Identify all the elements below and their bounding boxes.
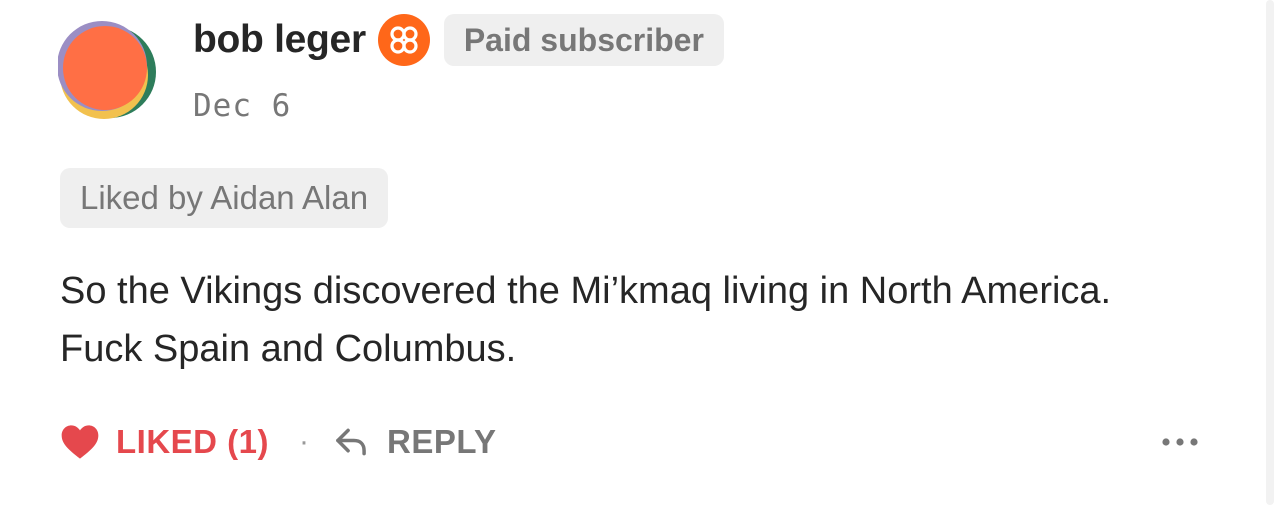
- reply-label: REPLY: [387, 423, 497, 460]
- author-name[interactable]: bob leger: [193, 18, 366, 62]
- comment: bob leger Paid subscriber Dec 6 Liked by…: [0, 0, 1284, 510]
- like-button[interactable]: LIKED (1): [60, 422, 269, 462]
- heart-icon: [60, 422, 100, 462]
- comment-date[interactable]: Dec 6: [193, 88, 291, 124]
- action-separator: ·: [299, 425, 309, 458]
- avatar-icon: [57, 21, 156, 119]
- scrollbar[interactable]: [1266, 0, 1274, 505]
- more-options-icon: [1162, 438, 1198, 446]
- paid-subscriber-badge: Paid subscriber: [443, 14, 724, 66]
- like-label: LIKED (1): [116, 423, 269, 460]
- more-options-button[interactable]: [1158, 424, 1202, 460]
- comment-actions: LIKED (1) · REPLY: [60, 412, 497, 472]
- avatar[interactable]: [57, 20, 158, 120]
- comment-body: So the Vikings discovered the Mi’kmaq li…: [60, 270, 1112, 370]
- liked-by-badge: Liked by Aidan Alan: [60, 168, 389, 228]
- author-row: bob leger Paid subscriber: [193, 12, 724, 68]
- reply-button[interactable]: REPLY: [333, 422, 497, 462]
- founding-member-icon: [377, 14, 430, 66]
- reply-arrow-icon: [333, 422, 373, 462]
